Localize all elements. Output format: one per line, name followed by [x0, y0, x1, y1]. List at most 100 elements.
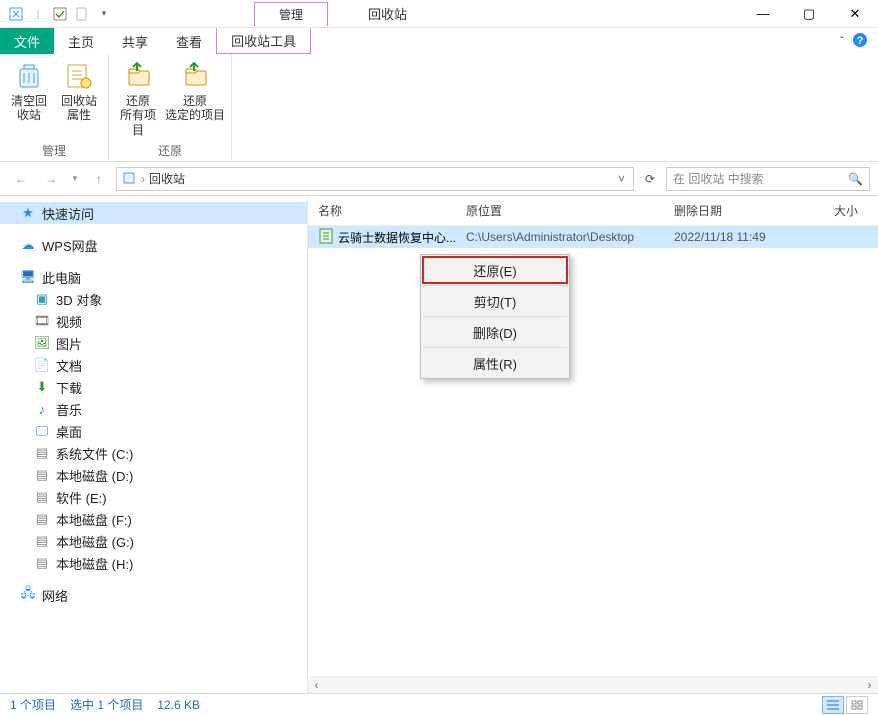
tab-view[interactable]: 查看 — [162, 28, 216, 54]
picture-icon: 🖼 — [34, 335, 50, 351]
content-pane: 名称 原位置 删除日期 大小 云骑士数据恢复中心... C:\Users\Adm… — [308, 196, 878, 693]
music-icon: ♪ — [34, 401, 50, 417]
tab-home[interactable]: 主页 — [54, 28, 108, 54]
nav-desktop[interactable]: 🖵 桌面 — [0, 420, 307, 442]
video-icon: 🎞 — [34, 313, 50, 329]
nav-drive-e[interactable]: ▤ 软件 (E:) — [0, 486, 307, 508]
view-large-icons-button[interactable] — [846, 696, 868, 714]
nav-music[interactable]: ♪ 音乐 — [0, 398, 307, 420]
close-button[interactable]: ✕ — [832, 0, 878, 28]
window-controls: — ▢ ✕ — [740, 0, 878, 28]
qat-new-icon[interactable] — [72, 4, 92, 24]
context-menu-delete[interactable]: 删除(D) — [421, 317, 569, 347]
file-list[interactable]: 云骑士数据恢复中心... C:\Users\Administrator\Desk… — [308, 226, 878, 676]
recycle-bin-icon — [6, 4, 26, 24]
tab-share[interactable]: 共享 — [108, 28, 162, 54]
ribbon: 清空回 收站 回收站 属性 管理 还原 所有项目 还原 — [0, 54, 878, 162]
restore-all-button[interactable]: 还原 所有项目 — [115, 58, 161, 140]
nav-documents[interactable]: 📄 文档 — [0, 354, 307, 376]
nav-downloads[interactable]: ⬇ 下载 — [0, 376, 307, 398]
refresh-button[interactable]: ⟳ — [638, 167, 662, 191]
window-title: 回收站 — [368, 4, 407, 23]
column-original-location[interactable]: 原位置 — [456, 202, 664, 219]
view-details-button[interactable] — [822, 696, 844, 714]
nav-3d-objects[interactable]: ▣ 3D 对象 — [0, 288, 307, 310]
up-button[interactable]: ↑ — [86, 167, 112, 191]
context-menu: 还原(E) 剪切(T) 删除(D) 属性(R) — [420, 254, 570, 379]
desktop-icon: 🖵 — [34, 423, 50, 439]
network-icon: 🖧 — [20, 587, 36, 603]
contextual-tab-header: 管理 — [254, 2, 328, 26]
svg-text:?: ? — [857, 35, 864, 47]
title-bar: | ▾ 管理 回收站 — ▢ ✕ — [0, 0, 878, 28]
recycle-bin-address-icon — [121, 169, 137, 188]
horizontal-scrollbar[interactable]: ‹ › — [308, 676, 878, 693]
context-menu-properties[interactable]: 属性(R) — [421, 348, 569, 378]
context-menu-restore[interactable]: 还原(E) — [421, 255, 569, 285]
status-size: 12.6 KB — [157, 698, 200, 712]
maximize-button[interactable]: ▢ — [786, 0, 832, 28]
list-item[interactable]: 云骑士数据恢复中心... C:\Users\Administrator\Desk… — [308, 226, 878, 248]
navigation-bar: ← → ▾ ↑ › 回收站 ˅ ⟳ 在 回收站 中搜索 🔍 — [0, 162, 878, 196]
address-dropdown-icon[interactable]: ˅ — [614, 172, 629, 186]
view-switcher — [822, 696, 868, 714]
column-headers: 名称 原位置 删除日期 大小 — [308, 196, 878, 226]
restore-selected-icon — [179, 60, 211, 92]
nav-quick-access[interactable]: ★ 快速访问 — [0, 202, 307, 224]
nav-drive-h[interactable]: ▤ 本地磁盘 (H:) — [0, 552, 307, 574]
restore-all-icon — [122, 60, 154, 92]
nav-drive-f[interactable]: ▤ 本地磁盘 (F:) — [0, 508, 307, 530]
qat-dropdown-icon[interactable]: ▾ — [94, 4, 114, 24]
search-box[interactable]: 在 回收站 中搜索 🔍 — [666, 167, 870, 191]
column-size[interactable]: 大小 — [824, 202, 878, 219]
nav-drive-g[interactable]: ▤ 本地磁盘 (G:) — [0, 530, 307, 552]
qat-properties-icon[interactable] — [50, 4, 70, 24]
properties-icon — [63, 60, 95, 92]
breadcrumb-separator-icon[interactable]: › — [141, 172, 145, 186]
help-icon[interactable]: ? — [852, 32, 868, 51]
qat-divider: | — [28, 4, 48, 24]
address-bar[interactable]: › 回收站 ˅ — [116, 167, 634, 191]
restore-selected-button[interactable]: 还原 选定的项目 — [165, 58, 225, 140]
forward-button[interactable]: → — [38, 167, 64, 191]
breadcrumb-location[interactable]: 回收站 — [149, 170, 185, 187]
nav-drive-d[interactable]: ▤ 本地磁盘 (D:) — [0, 464, 307, 486]
history-dropdown[interactable]: ▾ — [68, 167, 82, 191]
status-item-count: 1 个项目 — [10, 696, 56, 713]
tab-file[interactable]: 文件 — [0, 28, 54, 54]
navigation-pane: ★ 快速访问 ☁ WPS网盘 🖥 此电脑 ▣ 3D 对象 🎞 视频 🖼 图片 📄… — [0, 196, 308, 693]
nav-pictures[interactable]: 🖼 图片 — [0, 332, 307, 354]
document-icon: 📄 — [34, 357, 50, 373]
nav-wps-cloud[interactable]: ☁ WPS网盘 — [0, 234, 307, 256]
quick-access-icon: ★ — [20, 205, 36, 221]
search-icon[interactable]: 🔍 — [848, 172, 863, 186]
drive-icon: ▤ — [34, 467, 50, 483]
nav-network[interactable]: 🖧 网络 — [0, 584, 307, 606]
drive-icon: ▤ — [34, 445, 50, 461]
nav-drive-c[interactable]: ▤ 系统文件 (C:) — [0, 442, 307, 464]
scroll-left-icon[interactable]: ‹ — [308, 678, 325, 692]
column-deleted-date[interactable]: 删除日期 — [664, 202, 824, 219]
scroll-right-icon[interactable]: › — [861, 678, 878, 692]
nav-videos[interactable]: 🎞 视频 — [0, 310, 307, 332]
context-menu-cut[interactable]: 剪切(T) — [421, 286, 569, 316]
minimize-button[interactable]: — — [740, 0, 786, 28]
file-original-location: C:\Users\Administrator\Desktop — [456, 230, 664, 244]
nav-this-pc[interactable]: 🖥 此电脑 — [0, 266, 307, 288]
tab-recycle-bin-tools[interactable]: 回收站工具 — [216, 28, 311, 54]
recycle-bin-properties-button[interactable]: 回收站 属性 — [56, 58, 102, 140]
cube-icon: ▣ — [34, 291, 50, 307]
drive-icon: ▤ — [34, 511, 50, 527]
column-name[interactable]: 名称 — [308, 202, 456, 219]
ribbon-group-manage: 清空回 收站 回收站 属性 管理 — [0, 54, 109, 161]
group-label-manage: 管理 — [6, 140, 102, 159]
file-name: 云骑士数据恢复中心... — [338, 229, 456, 246]
drive-icon: ▤ — [34, 489, 50, 505]
search-placeholder: 在 回收站 中搜索 — [673, 170, 764, 187]
empty-recycle-bin-button[interactable]: 清空回 收站 — [6, 58, 52, 140]
download-icon: ⬇ — [34, 379, 50, 395]
drive-icon: ▤ — [34, 533, 50, 549]
file-icon — [318, 228, 334, 247]
back-button[interactable]: ← — [8, 167, 34, 191]
ribbon-collapse-icon[interactable]: ˇ — [840, 34, 844, 48]
